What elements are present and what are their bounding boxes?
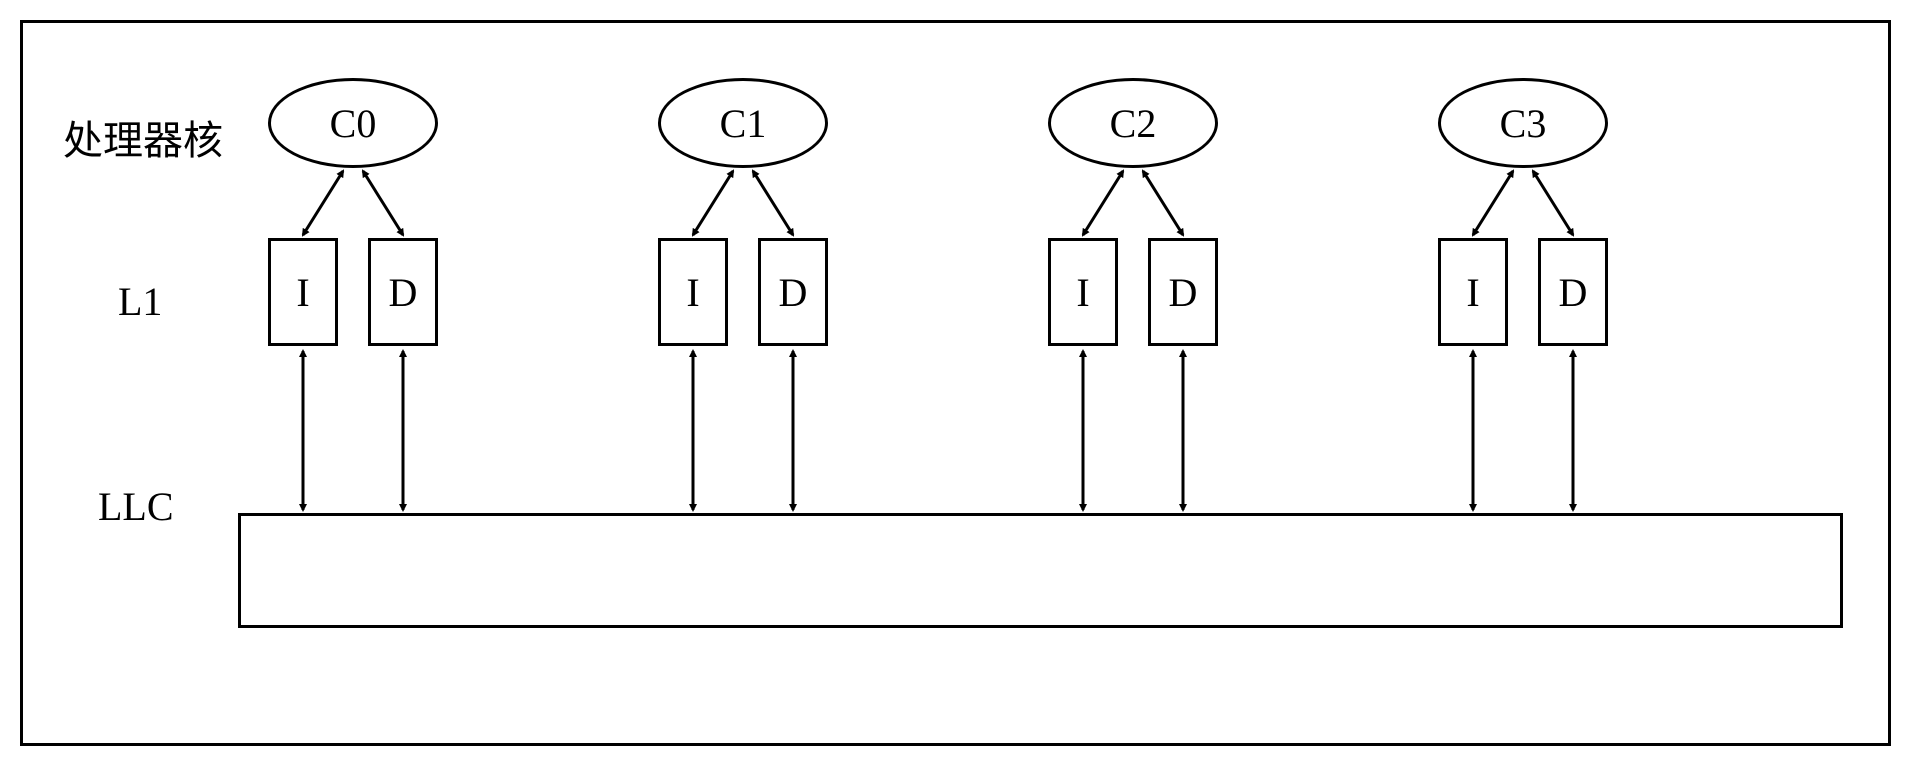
arrow-c3-to-d	[1533, 171, 1573, 235]
arrow-c2-to-i	[1083, 171, 1123, 235]
arrow-c3-to-i	[1473, 171, 1513, 235]
arrow-c1-to-i	[693, 171, 733, 235]
arrows-layer	[23, 23, 1894, 749]
arrow-c1-to-d	[753, 171, 793, 235]
arrow-c0-to-i	[303, 171, 343, 235]
diagram-frame: 处理器核 L1 LLC C0 I D C1 I D C2 I D C3 I D	[20, 20, 1891, 746]
arrow-c0-to-d	[363, 171, 403, 235]
arrow-c2-to-d	[1143, 171, 1183, 235]
